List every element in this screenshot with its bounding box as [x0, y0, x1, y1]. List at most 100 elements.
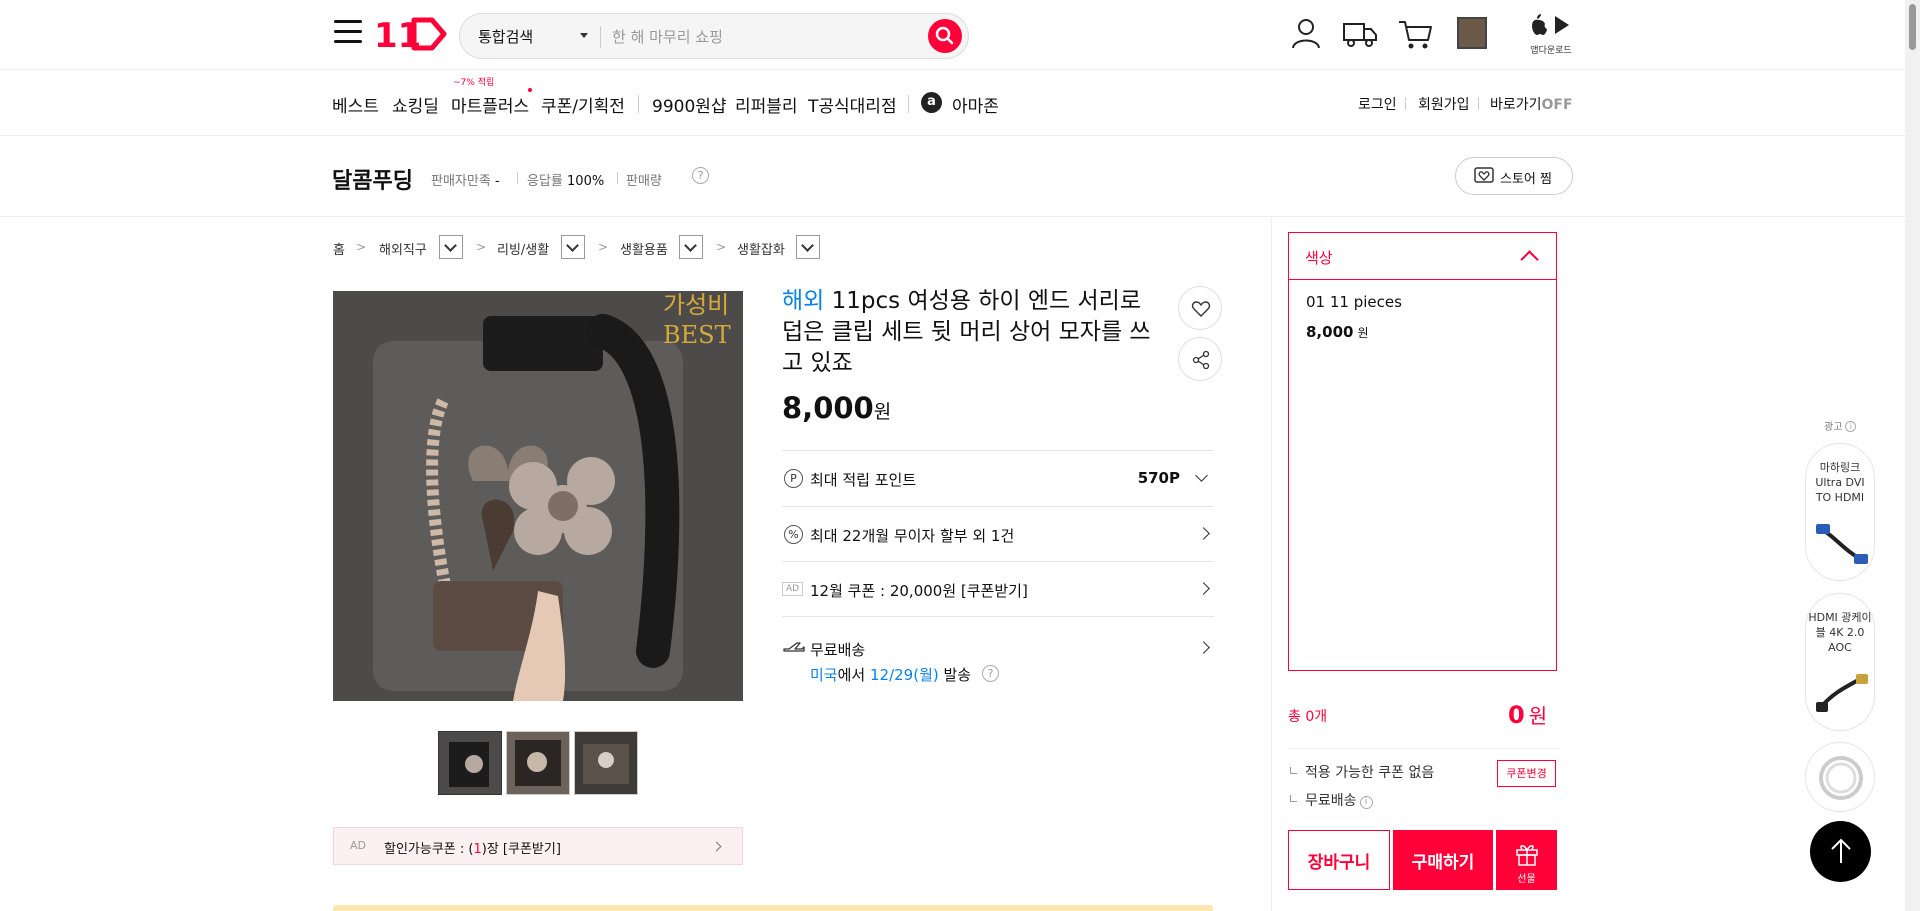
total-amount-value: 0 — [1508, 701, 1525, 729]
store-follow-button[interactable]: 스토어 찜 — [1455, 157, 1573, 195]
breadcrumb-item[interactable]: 해외직구 — [379, 239, 427, 258]
cart-icon[interactable] — [1396, 14, 1436, 54]
store-heart-icon — [1474, 167, 1494, 183]
thumbnail[interactable] — [506, 731, 570, 795]
max-points-row[interactable]: P 최대 적립 포인트 570P — [782, 450, 1214, 506]
thumbnail[interactable] — [574, 731, 638, 795]
chevron-down-icon — [1195, 469, 1208, 482]
summary-shipping-text: 무료배송 — [1305, 793, 1357, 809]
category-menu: 베스트 쇼킹딜 ~7% 적립 마트플러스 쿠폰/기획전 9900원샵 리퍼블리 … — [0, 70, 1920, 136]
installment-row[interactable]: % 최대 22개월 무이자 할부 외 1건 — [782, 506, 1214, 561]
chevron-right-icon — [711, 841, 722, 852]
breadcrumb-dropdown[interactable] — [561, 235, 585, 259]
share-icon — [1192, 350, 1210, 370]
points-label: 최대 적립 포인트 — [810, 471, 917, 489]
thumbnail[interactable] — [438, 731, 502, 795]
side-ad-card[interactable]: HDMI 광케이블 4K 2.0 AOC — [1805, 593, 1875, 731]
december-coupon-label: 12월 쿠폰 : 20,000원 [쿠폰받기] — [810, 582, 1028, 600]
my-page-icon[interactable] — [1286, 14, 1326, 54]
gift-button[interactable]: 선물 — [1496, 830, 1557, 890]
option-price: 8,000 원 — [1306, 323, 1369, 341]
shipping-mid: 에서 — [837, 666, 870, 684]
overseas-tag: 해외 — [782, 288, 825, 314]
help-icon[interactable]: ? — [692, 167, 709, 184]
search-input[interactable] — [612, 22, 902, 52]
chevron-right-icon: > — [598, 240, 609, 254]
amazon-icon: a — [921, 92, 942, 113]
points-icon: P — [784, 469, 803, 488]
menu-icon[interactable] — [334, 20, 362, 44]
breadcrumb-dropdown[interactable] — [679, 235, 703, 259]
recent-viewed-thumbnail[interactable] — [1457, 17, 1487, 49]
wishlist-button[interactable] — [1178, 286, 1222, 330]
share-button[interactable] — [1178, 337, 1222, 381]
help-icon[interactable]: ? — [982, 665, 999, 682]
option-panel: 색상 01 11 pieces 8,000 원 — [1288, 232, 1557, 671]
menu-amazon[interactable]: 아마존 — [952, 92, 999, 117]
breadcrumb-item[interactable]: 생활잡화 — [737, 239, 785, 258]
breadcrumb-item[interactable]: 생활용품 — [620, 239, 668, 258]
ad-label: 광고 i — [1824, 418, 1857, 433]
menu-t-official[interactable]: T공식대리점 — [808, 92, 897, 117]
scrollbar[interactable] — [1905, 0, 1920, 911]
shipping-label: 무료배송 — [810, 641, 866, 659]
search-button[interactable] — [928, 19, 962, 53]
svg-text:BEST: BEST — [663, 321, 731, 349]
info-icon[interactable]: i — [1359, 796, 1373, 809]
divider — [617, 172, 618, 184]
app-download[interactable]: 앱다운로드 — [1526, 14, 1576, 56]
side-ad-card[interactable] — [1805, 742, 1875, 812]
december-coupon-row[interactable]: AD 12월 쿠폰 : 20,000원 [쿠폰받기] — [782, 561, 1214, 616]
total-count: 총 0개 — [1288, 709, 1328, 725]
satisfaction-label: 판매자만족 — [431, 174, 491, 189]
scrollbar-thumb[interactable] — [1909, 4, 1916, 50]
buy-now-button[interactable]: 구매하기 — [1393, 830, 1493, 890]
menu-coupon[interactable]: 쿠폰/기획전 — [541, 92, 625, 117]
site-logo[interactable]: 11 — [374, 14, 448, 56]
scroll-to-top-button[interactable] — [1810, 821, 1871, 882]
chevron-down-icon — [580, 33, 588, 38]
divider — [517, 172, 518, 184]
ad-badge: AD — [350, 839, 366, 852]
store-name[interactable]: 달콤푸딩 — [332, 163, 413, 195]
breadcrumb-dropdown[interactable] — [439, 235, 463, 259]
search-category-select[interactable]: 통합검색 — [478, 26, 533, 47]
heart-icon — [1191, 301, 1211, 317]
product-title-text: 11pcs 여성용 하이 엔드 서리로 덥은 클립 세트 뒷 머리 상어 모자를… — [782, 288, 1151, 376]
option-price-value: 8,000 — [1306, 323, 1354, 341]
store-follow-label: 스토어 찜 — [1500, 172, 1552, 187]
app-download-label: 앱다운로드 — [1530, 46, 1572, 56]
app-store-icon — [1532, 14, 1569, 35]
breadcrumb-dropdown[interactable] — [796, 235, 820, 259]
divider — [1271, 218, 1272, 911]
option-item[interactable]: 01 11 pieces 8,000 원 — [1289, 293, 1556, 353]
airplane-icon — [783, 642, 805, 652]
breadcrumb-item[interactable]: 리빙/생활 — [497, 239, 549, 258]
response-rate: 응답률 100% — [527, 170, 604, 189]
color-option-header[interactable]: 색상 — [1289, 233, 1556, 280]
breadcrumb-home[interactable]: 홈 — [333, 239, 345, 258]
discount-coupon-bar[interactable]: AD 할인가능쿠폰 : (1)장 [쿠폰받기] — [333, 827, 743, 865]
login-link[interactable]: 로그인 — [1358, 94, 1397, 114]
menu-9900-shop[interactable]: 9900원샵 — [652, 92, 727, 117]
ad-badge: AD — [782, 582, 804, 596]
coupon-change-button[interactable]: 쿠폰변경 — [1497, 760, 1556, 787]
shipping-row[interactable]: 무료배송 미국에서 12/29(월) 발송 ? — [782, 616, 1214, 696]
menu-refurbished[interactable]: 리퍼블리 — [735, 92, 798, 117]
summary-shipping: 무료배송 i — [1290, 790, 1373, 810]
menu-best[interactable]: 베스트 — [332, 92, 379, 117]
shortcut-toggle[interactable]: 바로가기OFF — [1490, 94, 1573, 114]
divider — [1478, 97, 1479, 110]
menu-shocking-deal[interactable]: 쇼킹딜 — [392, 92, 439, 117]
menu-mart-plus[interactable]: 마트플러스 — [451, 92, 529, 117]
sales-label: 판매량 — [626, 174, 662, 189]
global-header: 11 통합검색 앱다운로드 — [0, 0, 1920, 70]
info-icon[interactable]: i — [1845, 421, 1857, 432]
product-main-image[interactable]: 가성비 BEST — [333, 291, 743, 701]
delivery-truck-icon[interactable] — [1340, 14, 1380, 54]
signup-link[interactable]: 회원가입 — [1418, 94, 1470, 114]
store-bar: 달콤푸딩 판매자만족 - 응답률 100% 판매량 ? 스토어 찜 — [0, 137, 1920, 319]
side-ad-card[interactable]: 마하링크 Ultra DVI TO HDMI — [1805, 443, 1875, 581]
add-to-cart-button[interactable]: 장바구니 — [1288, 830, 1390, 890]
divider — [638, 95, 639, 113]
